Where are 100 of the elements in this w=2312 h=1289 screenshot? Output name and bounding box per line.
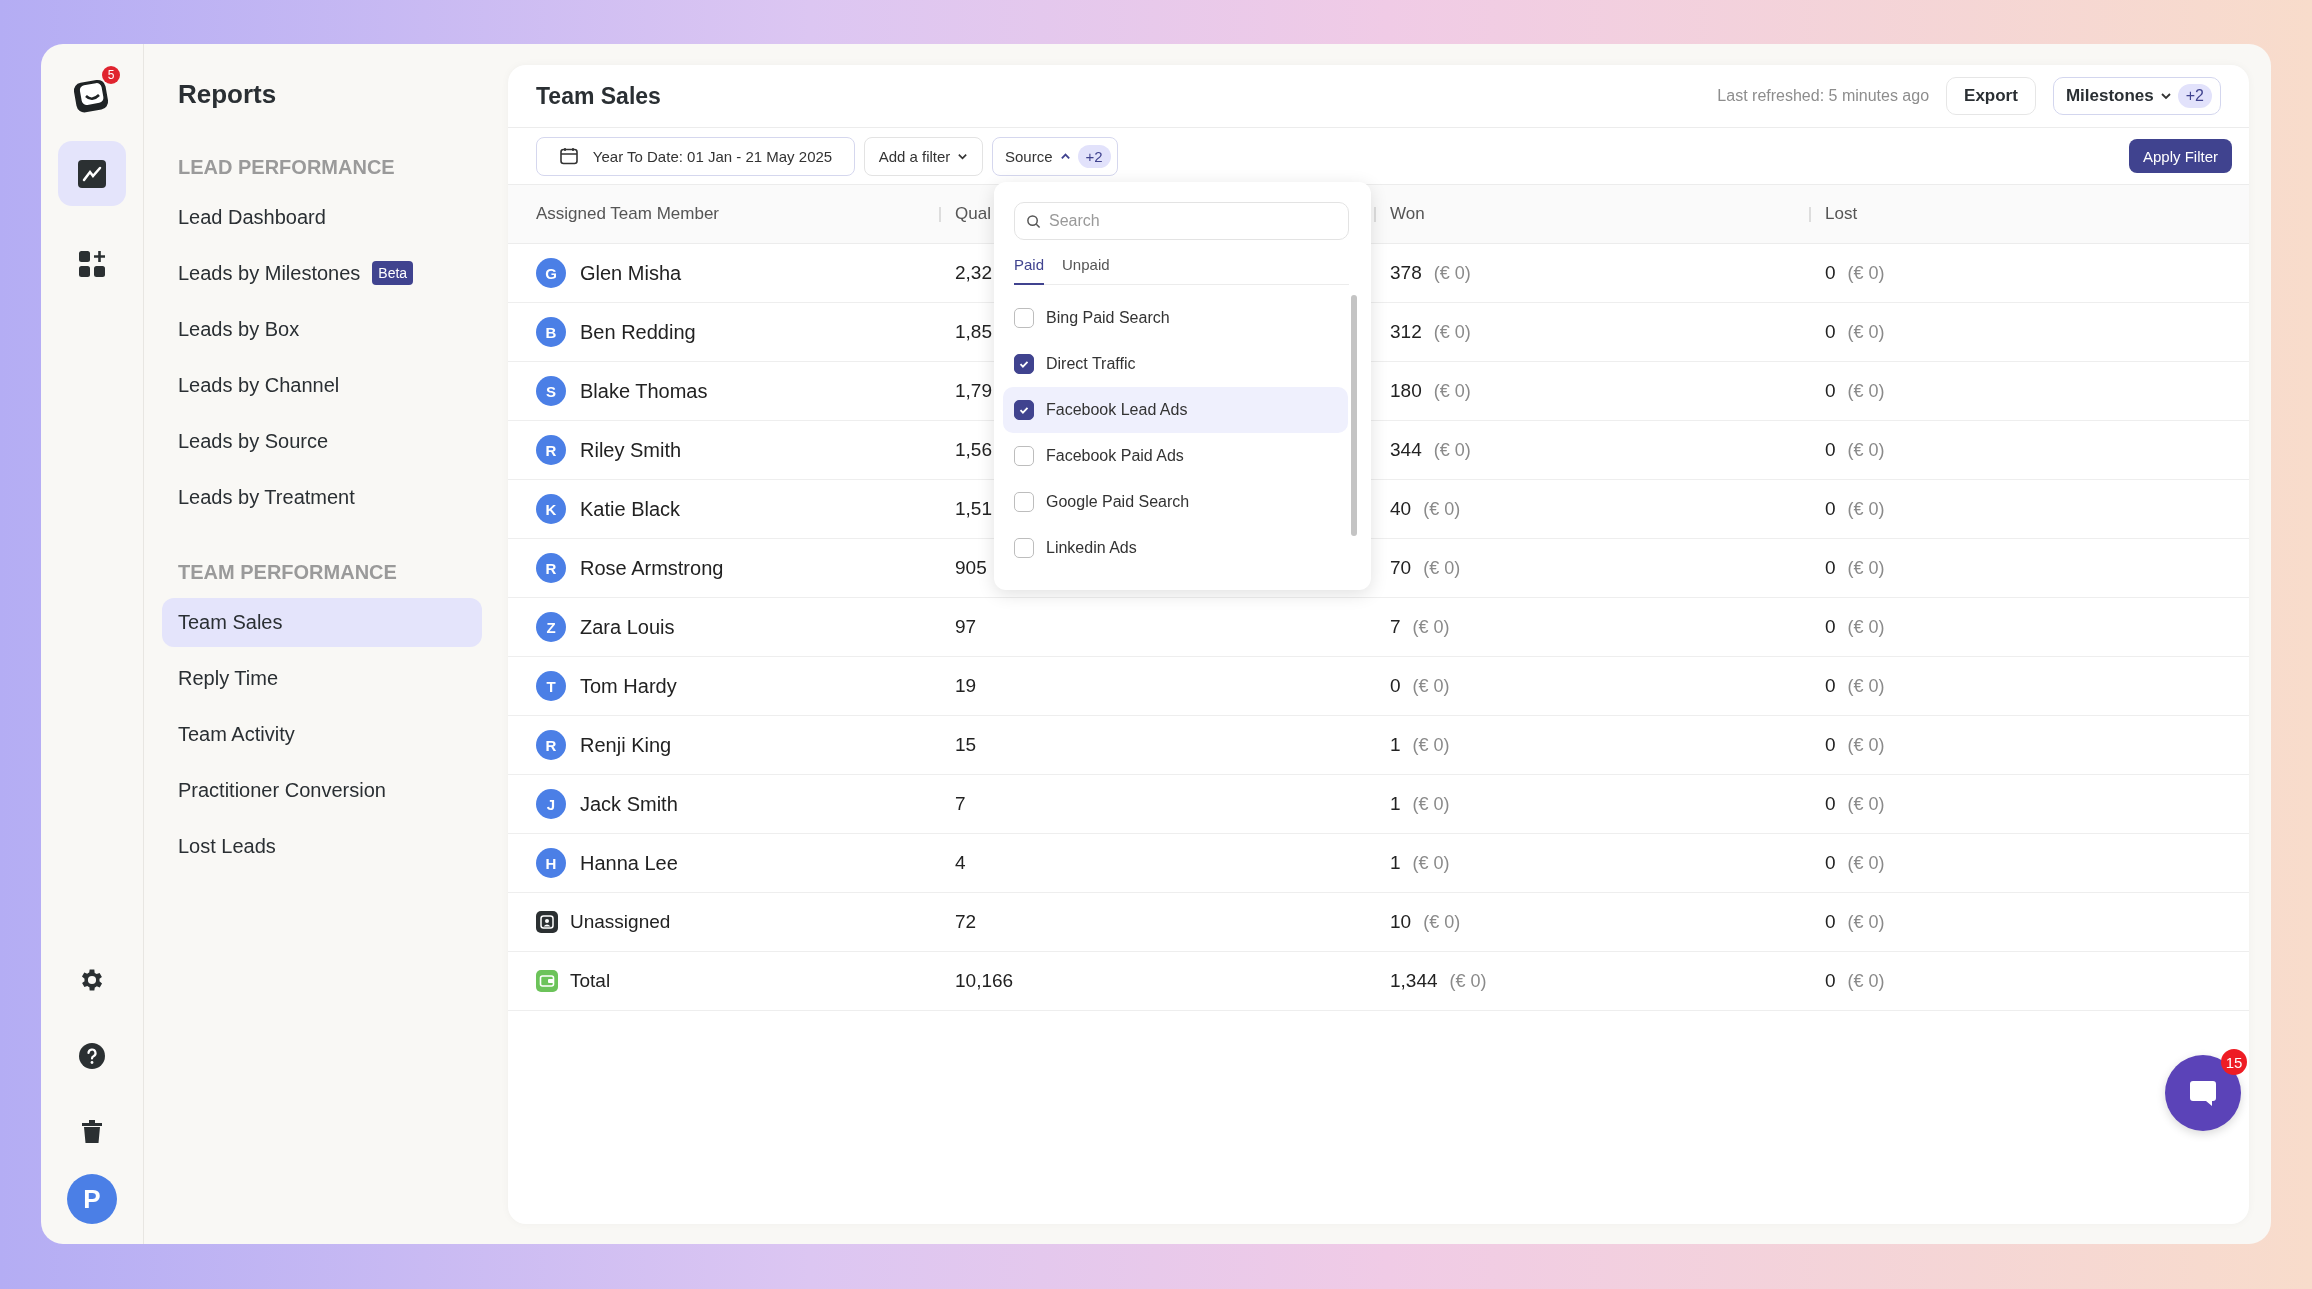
lost-count: 0 (1825, 321, 1836, 343)
checkbox[interactable] (1014, 354, 1034, 374)
help-icon[interactable] (78, 1042, 106, 1070)
won-count: 1 (1390, 734, 1401, 756)
qualified-count: 1,85 (955, 321, 992, 343)
qualified-count: 7 (955, 793, 966, 815)
notification-badge: 5 (102, 66, 120, 84)
won-value: (€ 0) (1412, 675, 1450, 697)
option-label: Bing Paid Search (1046, 309, 1170, 327)
member-name: Jack Smith (580, 792, 678, 816)
lost-count: 0 (1825, 439, 1836, 461)
scrollbar[interactable] (1351, 295, 1357, 536)
member-name: Ben Redding (580, 320, 696, 344)
checkbox[interactable] (1014, 400, 1034, 420)
section-heading: LEAD PERFORMANCE (178, 155, 396, 179)
lost-value: (€ 0) (1847, 734, 1885, 756)
sidebar-item[interactable]: Lost Leads (162, 821, 482, 871)
sidebar-item[interactable]: Leads by Treatment (162, 472, 482, 522)
option-label: Linkedin Ads (1046, 539, 1137, 557)
lost-count: 0 (1825, 380, 1836, 402)
source-option[interactable]: Facebook Paid Ads (1003, 433, 1348, 479)
won-value: (€ 0) (1423, 557, 1461, 579)
member-name: Katie Black (580, 497, 681, 521)
won-value: (€ 0) (1433, 380, 1471, 402)
checkbox[interactable] (1014, 446, 1034, 466)
member-name: Riley Smith (580, 438, 682, 462)
source-option[interactable]: Facebook Lead Ads (1003, 387, 1348, 433)
chevron-up-icon (1059, 150, 1071, 162)
export-button[interactable]: Export (1946, 77, 2036, 115)
won-value: (€ 0) (1412, 852, 1450, 874)
member-name: Total (570, 970, 611, 992)
column-header[interactable]: Assigned Team Member (536, 204, 719, 224)
sidebar-item[interactable]: Leads by Box (162, 304, 482, 354)
add-filter-button[interactable]: Add a filter (864, 136, 983, 176)
won-value: (€ 0) (1433, 439, 1471, 461)
sidebar-item[interactable]: Leads by Source (162, 416, 482, 466)
chevron-down-icon (2159, 90, 2172, 102)
source-option[interactable]: Bing Paid Search (1003, 295, 1348, 341)
member-avatar: T (536, 671, 566, 701)
source-option[interactable]: Direct Traffic (1003, 341, 1348, 387)
won-count: 378 (1390, 262, 1422, 284)
lost-count: 0 (1825, 970, 1836, 992)
source-option[interactable]: Linkedin Ads (1003, 525, 1348, 571)
checkbox[interactable] (1014, 492, 1034, 512)
sidebar-item[interactable]: Leads by Channel (162, 360, 482, 410)
nav-button[interactable] (58, 141, 126, 206)
member-name: Glen Misha (580, 261, 682, 285)
date-range-button[interactable]: Year To Date: 01 Jan - 21 May 2025 (536, 136, 855, 176)
option-label: Facebook Paid Ads (1046, 447, 1184, 465)
won-count: 7 (1390, 616, 1401, 638)
lost-value: (€ 0) (1847, 616, 1885, 638)
member-avatar: S (536, 376, 566, 406)
lost-value: (€ 0) (1847, 439, 1885, 461)
sidebar-item[interactable]: Reply Time (162, 653, 482, 703)
member-name: Renji King (580, 733, 672, 757)
won-count: 344 (1390, 439, 1422, 461)
column-header[interactable]: Lost (1825, 204, 1858, 224)
won-count: 10 (1390, 911, 1412, 933)
qualified-count: 1,51 (955, 498, 992, 520)
member-name: Hanna Lee (580, 851, 678, 875)
lost-count: 0 (1825, 675, 1836, 697)
sidebar-item[interactable]: Team Activity (162, 709, 482, 759)
won-value: (€ 0) (1433, 262, 1471, 284)
won-value: (€ 0) (1433, 321, 1471, 343)
apply-filter-button[interactable]: Apply Filter (2128, 139, 2232, 173)
milestones-dropdown[interactable]: Milestones +2 (2052, 77, 2221, 115)
count-badge: +2 (2177, 84, 2212, 108)
lost-count: 0 (1825, 911, 1836, 933)
qualified-count: 72 (955, 911, 977, 933)
source-filter-button[interactable]: Source +2 (992, 136, 1118, 176)
lost-value: (€ 0) (1847, 970, 1885, 992)
won-value: (€ 0) (1423, 498, 1461, 520)
member-name: Tom Hardy (580, 674, 677, 698)
column-header[interactable]: Won (1390, 204, 1425, 224)
lost-value: (€ 0) (1847, 557, 1885, 579)
search-field[interactable]: Search (1014, 202, 1349, 240)
member-avatar: G (536, 258, 566, 288)
last-refreshed: Last refreshed: 5 minutes ago (1717, 87, 1930, 105)
member-name: Blake Thomas (580, 379, 708, 403)
item-label: Leads by Milestones (178, 261, 361, 285)
lost-count: 0 (1825, 852, 1836, 874)
checkbox[interactable] (1014, 538, 1034, 558)
source-option[interactable]: Google Paid Search (1003, 479, 1348, 525)
member-avatar: B (536, 317, 566, 347)
sidebar-item[interactable]: Lead Dashboard (162, 192, 482, 242)
sidebar-item[interactable]: Practitioner Conversion (162, 765, 482, 815)
qualified-count: 905 (955, 557, 987, 579)
won-count: 1 (1390, 793, 1401, 815)
calendar-icon (558, 146, 579, 166)
filter-tab[interactable]: Unpaid (1062, 252, 1110, 285)
checkbox[interactable] (1014, 308, 1034, 328)
lost-value: (€ 0) (1847, 911, 1885, 933)
option-label: Direct Traffic (1046, 355, 1136, 373)
filter-tab[interactable]: Paid (1014, 252, 1045, 285)
member-avatar: R (536, 553, 566, 583)
column-header[interactable]: Qual (955, 204, 991, 224)
sidebar-item[interactable]: Team Sales (162, 597, 482, 647)
person-icon (536, 911, 558, 933)
user-avatar[interactable]: P (67, 1174, 117, 1224)
sidebar-item[interactable]: Leads by Milestones Beta (162, 248, 482, 298)
